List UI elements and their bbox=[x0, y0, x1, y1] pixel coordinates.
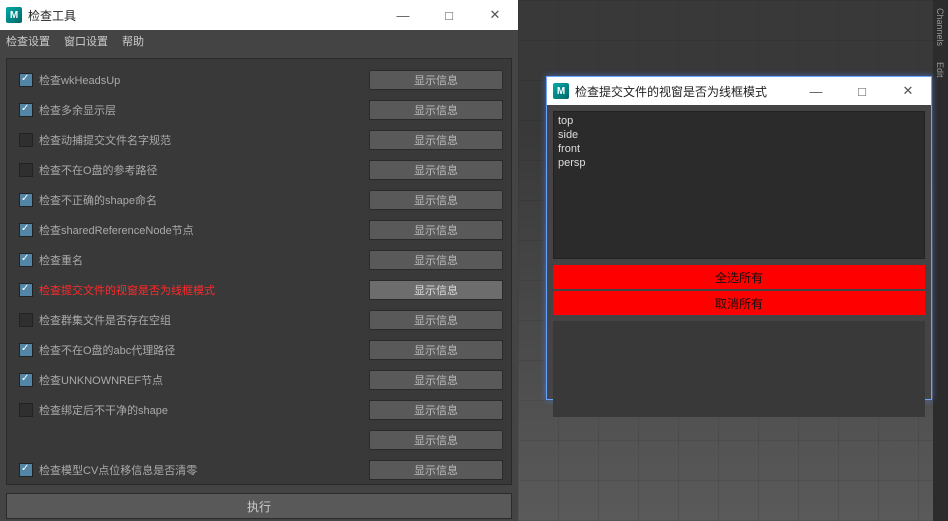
menu-help[interactable]: 帮助 bbox=[122, 33, 144, 49]
check-row: 检查不在O盘的参考路径显示信息 bbox=[13, 155, 505, 185]
check-row: 检查动捕提交文件名字规范显示信息 bbox=[13, 125, 505, 155]
camera-list-item[interactable]: top bbox=[558, 114, 920, 128]
show-info-button[interactable]: 显示信息 bbox=[369, 430, 503, 450]
check-checkbox[interactable] bbox=[19, 193, 33, 207]
check-row: 显示信息 bbox=[13, 425, 505, 455]
check-row: 检查模型CV点位移信息是否清零显示信息 bbox=[13, 455, 505, 485]
check-row: 检查群集文件是否存在空组显示信息 bbox=[13, 305, 505, 335]
show-info-button[interactable]: 显示信息 bbox=[369, 220, 503, 240]
maximize-button[interactable]: □ bbox=[426, 0, 472, 30]
show-info-button[interactable]: 显示信息 bbox=[369, 310, 503, 330]
check-label: 检查提交文件的视窗是否为线框模式 bbox=[39, 282, 369, 298]
popup-titlebar[interactable]: M 检查提交文件的视窗是否为线框模式 — □ ✕ bbox=[547, 77, 931, 105]
show-info-button[interactable]: 显示信息 bbox=[369, 70, 503, 90]
wireframe-check-popup: M 检查提交文件的视窗是否为线框模式 — □ ✕ topsidefrontper… bbox=[546, 76, 932, 400]
main-titlebar[interactable]: M 检查工具 — □ ✕ bbox=[0, 0, 518, 30]
check-label: 检查sharedReferenceNode节点 bbox=[39, 222, 369, 238]
check-row: 检查wkHeadsUp显示信息 bbox=[13, 65, 505, 95]
camera-list-item[interactable]: front bbox=[558, 142, 920, 156]
popup-close-button[interactable]: ✕ bbox=[885, 76, 931, 106]
show-info-button[interactable]: 显示信息 bbox=[369, 190, 503, 210]
check-checkbox[interactable] bbox=[19, 73, 33, 87]
show-info-button[interactable]: 显示信息 bbox=[369, 400, 503, 420]
show-info-button[interactable]: 显示信息 bbox=[369, 370, 503, 390]
show-info-button[interactable]: 显示信息 bbox=[369, 280, 503, 300]
run-button[interactable]: 执行 bbox=[6, 493, 512, 519]
show-info-button[interactable]: 显示信息 bbox=[369, 100, 503, 120]
check-row: 检查UNKNOWNREF节点显示信息 bbox=[13, 365, 505, 395]
show-info-button[interactable]: 显示信息 bbox=[369, 340, 503, 360]
check-checkbox[interactable] bbox=[19, 373, 33, 387]
camera-list[interactable]: topsidefrontpersp bbox=[553, 111, 925, 259]
maya-logo-icon: M bbox=[6, 7, 22, 23]
popup-maximize-button[interactable]: □ bbox=[839, 76, 885, 106]
check-label: 检查wkHeadsUp bbox=[39, 72, 369, 88]
show-info-button[interactable]: 显示信息 bbox=[369, 130, 503, 150]
check-checkbox[interactable] bbox=[19, 253, 33, 267]
check-row: 检查不正确的shape命名显示信息 bbox=[13, 185, 505, 215]
check-checkbox[interactable] bbox=[19, 403, 33, 417]
popup-minimize-button[interactable]: — bbox=[793, 76, 839, 106]
side-tab-strip: Channels Edit bbox=[933, 0, 948, 521]
check-checkbox[interactable] bbox=[19, 313, 33, 327]
check-row: 检查提交文件的视窗是否为线框模式显示信息 bbox=[13, 275, 505, 305]
check-label: 检查不在O盘的参考路径 bbox=[39, 162, 369, 178]
menu-check-settings[interactable]: 检查设置 bbox=[6, 33, 50, 49]
check-row: 检查不在O盘的abc代理路径显示信息 bbox=[13, 335, 505, 365]
check-checkbox[interactable] bbox=[19, 283, 33, 297]
check-label: 检查多余显示层 bbox=[39, 102, 369, 118]
close-button[interactable]: ✕ bbox=[472, 0, 518, 30]
check-row: 检查sharedReferenceNode节点显示信息 bbox=[13, 215, 505, 245]
check-list-panel: 检查wkHeadsUp显示信息检查多余显示层显示信息检查动捕提交文件名字规范显示… bbox=[6, 58, 512, 485]
popup-title: 检查提交文件的视窗是否为线框模式 bbox=[575, 83, 767, 100]
check-label: 检查不正确的shape命名 bbox=[39, 192, 369, 208]
show-info-button[interactable]: 显示信息 bbox=[369, 160, 503, 180]
check-label: 检查群集文件是否存在空组 bbox=[39, 312, 369, 328]
side-tab-edit[interactable]: Edit bbox=[933, 54, 947, 86]
menu-window-settings[interactable]: 窗口设置 bbox=[64, 33, 108, 49]
camera-list-item[interactable]: side bbox=[558, 128, 920, 142]
check-label: 检查动捕提交文件名字规范 bbox=[39, 132, 369, 148]
side-tab-channels[interactable]: Channels bbox=[933, 0, 947, 54]
popup-empty-area bbox=[553, 321, 925, 417]
main-window-title: 检查工具 bbox=[28, 7, 76, 24]
check-checkbox[interactable] bbox=[19, 343, 33, 357]
check-checkbox[interactable] bbox=[19, 103, 33, 117]
check-tool-window: M 检查工具 — □ ✕ 检查设置 窗口设置 帮助 检查wkHeadsUp显示信… bbox=[0, 0, 518, 521]
show-info-button[interactable]: 显示信息 bbox=[369, 250, 503, 270]
check-row: 检查多余显示层显示信息 bbox=[13, 95, 505, 125]
minimize-button[interactable]: — bbox=[380, 0, 426, 30]
check-checkbox[interactable] bbox=[19, 223, 33, 237]
check-label: 检查UNKNOWNREF节点 bbox=[39, 372, 369, 388]
show-info-button[interactable]: 显示信息 bbox=[369, 460, 503, 480]
check-row: 检查绑定后不干净的shape显示信息 bbox=[13, 395, 505, 425]
check-checkbox[interactable] bbox=[19, 463, 33, 477]
check-label: 检查模型CV点位移信息是否清零 bbox=[39, 462, 369, 478]
check-label: 检查重名 bbox=[39, 252, 369, 268]
check-checkbox[interactable] bbox=[19, 163, 33, 177]
select-all-button[interactable]: 全选所有 bbox=[553, 265, 925, 289]
maya-logo-icon: M bbox=[553, 83, 569, 99]
check-checkbox[interactable] bbox=[19, 133, 33, 147]
check-label: 检查不在O盘的abc代理路径 bbox=[39, 342, 369, 358]
check-row: 检查重名显示信息 bbox=[13, 245, 505, 275]
menu-bar: 检查设置 窗口设置 帮助 bbox=[0, 30, 518, 52]
camera-list-item[interactable]: persp bbox=[558, 156, 920, 170]
deselect-all-button[interactable]: 取消所有 bbox=[553, 291, 925, 315]
check-label: 检查绑定后不干净的shape bbox=[39, 402, 369, 418]
